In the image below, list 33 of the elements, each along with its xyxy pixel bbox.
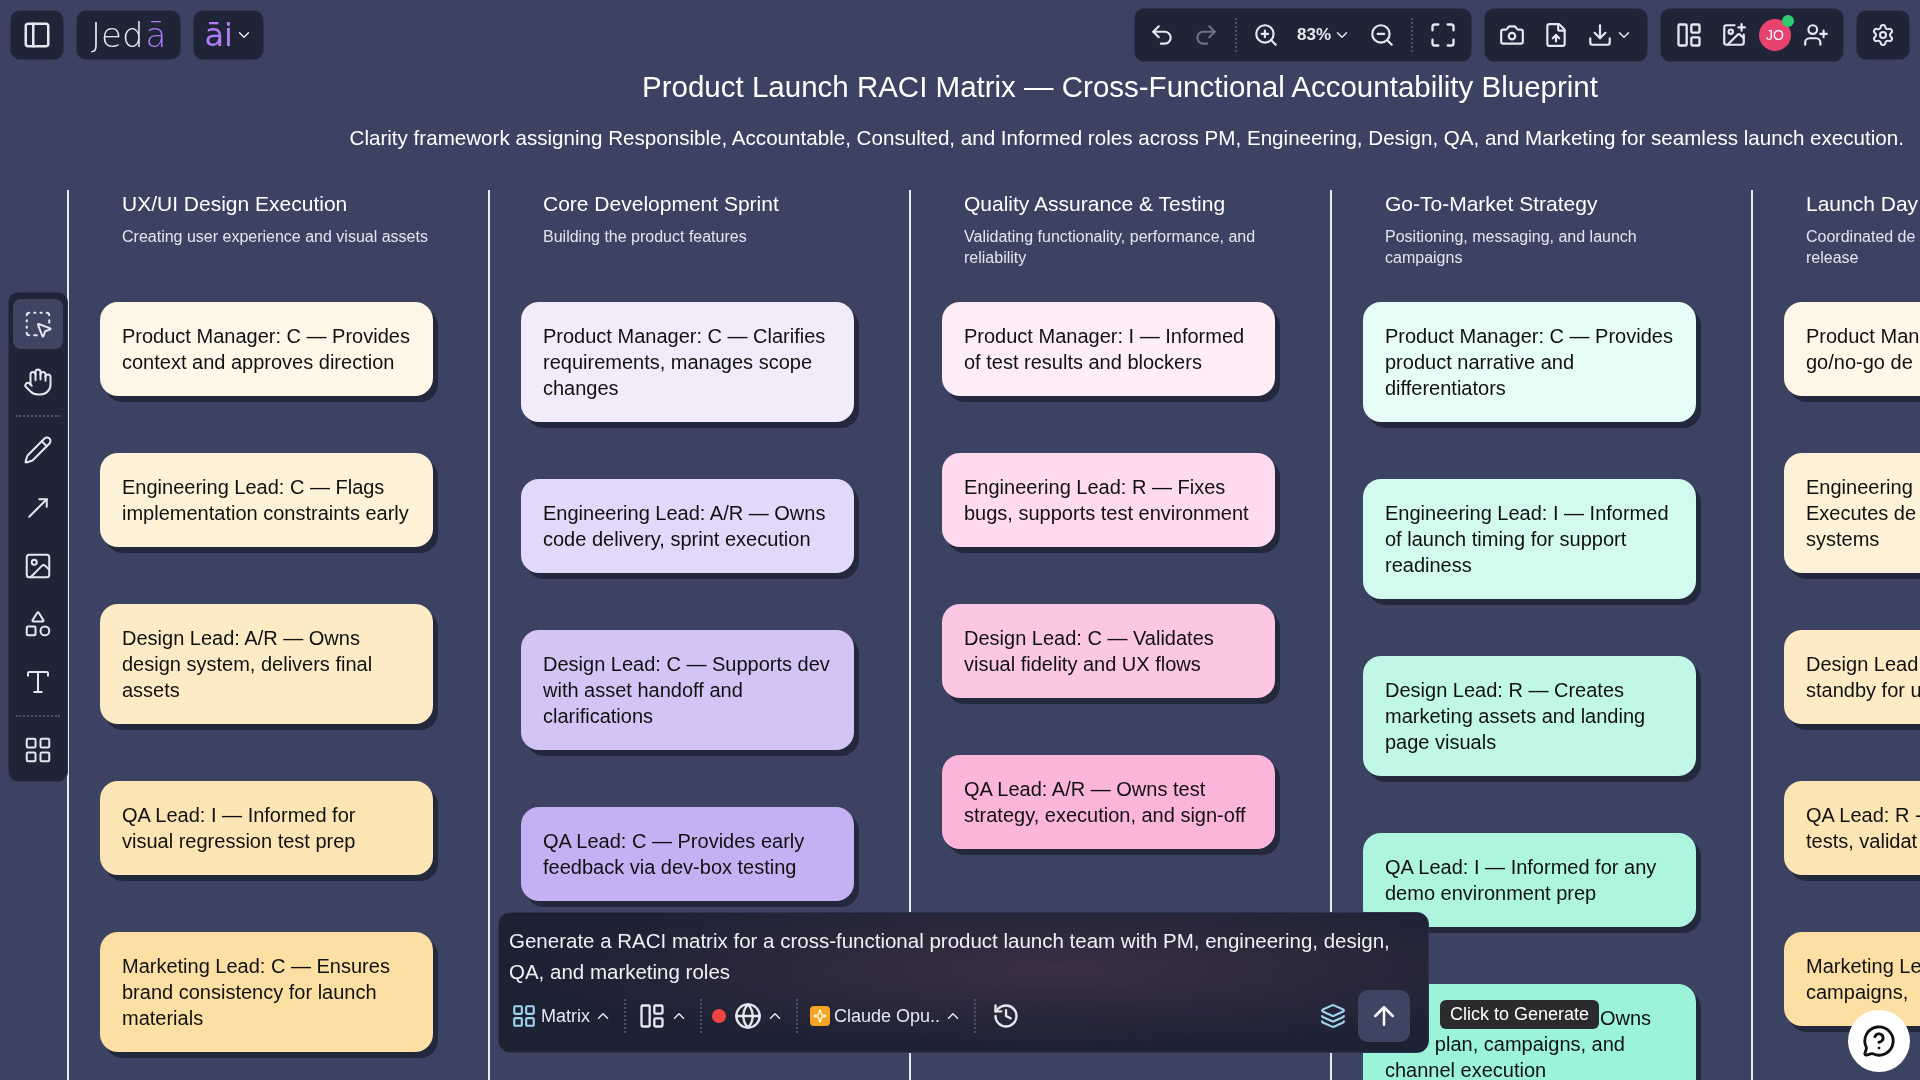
column-description: Validating functionality, performance, and reliability <box>964 227 1257 268</box>
send-button[interactable] <box>1358 990 1410 1042</box>
sidebar-icon <box>22 20 52 50</box>
sidebar-toggle-button[interactable] <box>10 10 64 60</box>
column-description: Positioning, messaging, and launch campaigns <box>1385 227 1638 268</box>
tooltip: Click to Generate <box>1440 1000 1600 1029</box>
board-title: Product Launch RACI Matrix — Cross-Functional Accountability Blueprint <box>641 70 1599 104</box>
model-selector[interactable]: Claude Opu.. <box>808 1001 965 1031</box>
column-title: Quality Assurance & Testing <box>964 191 1227 217</box>
board-subtitle: Clarity framework assigning Responsible, Accountable, Consulted, and Informed roles across PM, Engineering, Design, QA, and Marketing for seamless launch execution. <box>348 126 1905 150</box>
help-icon <box>1862 1024 1896 1058</box>
grid-icon <box>511 1003 537 1029</box>
prompt-box[interactable]: Generate a RACI matrix for a cross-functional product launch team with PM, engineering, design, QA, and marketing roles Matrix Claude Opu.. <box>498 912 1429 1053</box>
mode-selector[interactable]: Matrix <box>509 999 614 1033</box>
logo[interactable]: Jedā <box>76 10 182 60</box>
column-title: Launch Day <box>1806 191 1920 217</box>
column-description: Coordinated de release <box>1806 227 1917 268</box>
settings-button[interactable] <box>1856 10 1910 60</box>
zoom-level-dropdown[interactable]: 83% <box>1290 19 1357 51</box>
select-tool-icon[interactable] <box>13 299 63 349</box>
column-description: Creating user experience and visual assets <box>122 227 429 247</box>
settings-icon <box>1871 23 1895 47</box>
globe-icon <box>734 1002 762 1030</box>
online-status-dot <box>1782 15 1794 27</box>
column-description: Building the product features <box>543 227 748 247</box>
layout-icon <box>638 1002 666 1030</box>
user-avatar[interactable]: JO <box>1759 19 1791 51</box>
column-title: UX/UI Design Execution <box>122 191 349 217</box>
record-dot <box>712 1009 726 1023</box>
column-title: Core Development Sprint <box>543 191 780 217</box>
sparkle-icon <box>810 1006 830 1026</box>
ai-menu-button[interactable]: āi <box>193 10 264 60</box>
column-title: Go-To-Market Strategy <box>1385 191 1599 217</box>
